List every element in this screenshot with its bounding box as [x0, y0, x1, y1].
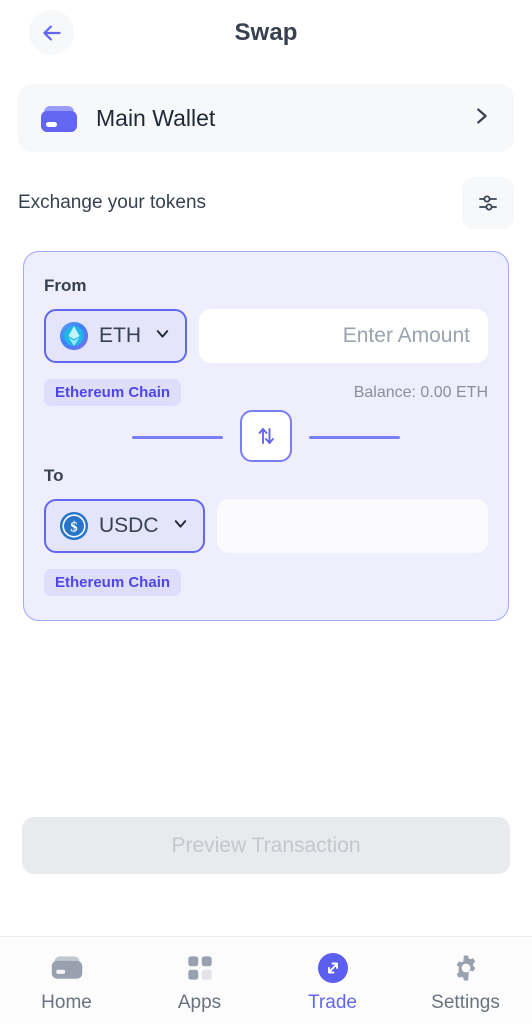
- swap-screen: Swap Main Wallet Exchange your tokens Fr…: [0, 0, 532, 1024]
- nav-item-home[interactable]: Home: [0, 951, 133, 1014]
- swap-direction-button[interactable]: [240, 410, 292, 462]
- nav-item-trade[interactable]: Trade: [266, 951, 399, 1014]
- from-token-symbol: ETH: [99, 324, 141, 347]
- nav-label-home: Home: [41, 992, 92, 1013]
- wallet-name: Main Wallet: [96, 104, 216, 131]
- wallet-icon: [40, 104, 78, 132]
- nav-label-apps: Apps: [177, 992, 222, 1013]
- swap-direction-row: [44, 406, 488, 466]
- preview-transaction-button[interactable]: Preview Transaction: [22, 817, 510, 874]
- wallet-icon: [50, 951, 84, 985]
- exchange-row: Exchange your tokens: [18, 177, 514, 229]
- from-row: ETH: [44, 309, 488, 363]
- chevron-down-icon: [153, 324, 172, 348]
- nav-item-apps[interactable]: Apps: [133, 951, 266, 1014]
- chevron-down-icon: [171, 514, 190, 538]
- from-meta-row: Ethereum Chain Balance: 0.00 ETH: [44, 379, 488, 406]
- swap-settings-button[interactable]: [462, 177, 514, 229]
- swap-vertical-icon: [258, 428, 274, 444]
- from-chain-chip: Ethereum Chain: [44, 379, 182, 406]
- swap-card: From ETH Enter Amount Ethereum Chain Bal…: [23, 251, 509, 621]
- to-amount-input[interactable]: [216, 499, 488, 553]
- header: Swap: [0, 0, 532, 66]
- bottom-navigation: Home Apps Trade Settings: [0, 936, 532, 1024]
- gear-icon: [451, 951, 481, 985]
- to-token-select[interactable]: $ USDC: [44, 499, 205, 553]
- to-row: $ USDC: [44, 499, 488, 553]
- nav-item-settings[interactable]: Settings: [399, 951, 532, 1014]
- from-token-select[interactable]: ETH: [44, 309, 187, 363]
- exchange-label: Exchange your tokens: [18, 192, 207, 213]
- svg-text:$: $: [70, 520, 77, 536]
- wallet-selector[interactable]: Main Wallet: [18, 84, 514, 152]
- divider-line-right: [309, 436, 400, 439]
- arrow-left-icon: [42, 24, 61, 41]
- from-amount-input[interactable]: [199, 309, 488, 363]
- expand-icon: [317, 951, 349, 985]
- divider-line-left: [132, 436, 223, 439]
- nav-label-settings: Settings: [431, 992, 500, 1013]
- to-chain-chip: Ethereum Chain: [44, 569, 182, 596]
- from-balance: Balance: 0.00 ETH: [353, 383, 488, 401]
- chevron-right-icon: [470, 105, 492, 132]
- preview-wrap: Preview Transaction: [0, 817, 532, 874]
- eth-icon: [59, 321, 89, 351]
- nav-label-trade: Trade: [308, 992, 357, 1013]
- from-label: From: [44, 276, 87, 295]
- back-button[interactable]: [29, 10, 74, 55]
- usdc-icon: $: [59, 511, 89, 541]
- page-title: Swap: [234, 19, 298, 46]
- grid-icon: [186, 951, 214, 985]
- to-token-symbol: USDC: [99, 514, 159, 537]
- to-label: To: [44, 466, 64, 485]
- to-meta-row: Ethereum Chain: [44, 569, 488, 596]
- sliders-icon: [479, 195, 497, 211]
